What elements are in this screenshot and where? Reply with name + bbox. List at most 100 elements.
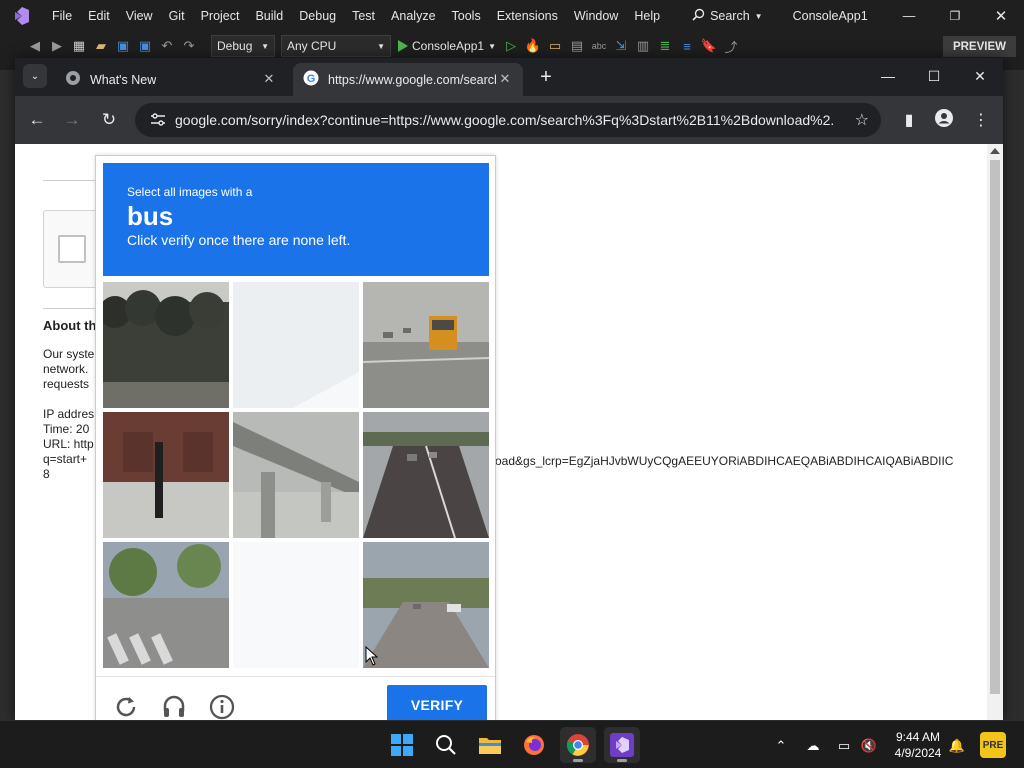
tab-search-button[interactable]: ⌄ <box>23 64 47 88</box>
back-navigate-icon[interactable]: ◀ <box>25 36 45 56</box>
captcha-tile-school-bus[interactable] <box>363 282 489 408</box>
configuration-dropdown[interactable]: Debug ▼ <box>211 35 275 57</box>
plus-icon: + <box>540 65 552 88</box>
menu-project[interactable]: Project <box>193 0 248 32</box>
captcha-tile-highway[interactable] <box>363 412 489 538</box>
start-debugging-button[interactable]: ConsoleApp1 ▼ <box>398 39 496 53</box>
menu-test[interactable]: Test <box>344 0 383 32</box>
vs-minimize-button[interactable]: — <box>886 0 932 32</box>
arrow-right-icon: → <box>63 110 81 129</box>
taskbar-search-button[interactable] <box>428 727 464 763</box>
recaptcha-checkbox[interactable] <box>58 235 86 263</box>
chrome-maximize-button[interactable]: ☐ <box>911 58 957 94</box>
show-hidden-icons-button[interactable]: ⌃ <box>770 735 792 757</box>
visual-studio-taskbar-button[interactable] <box>604 727 640 763</box>
forward-navigate-icon[interactable]: ▶ <box>47 36 67 56</box>
menu-file[interactable]: File <box>44 0 80 32</box>
bookmark-icon[interactable]: 🔖 <box>699 36 719 56</box>
captcha-tile-crosswalk[interactable] <box>103 542 229 668</box>
menu-debug[interactable]: Debug <box>291 0 344 32</box>
page-text-line: 8 <box>43 467 50 481</box>
volume-muted-icon[interactable]: 🔇 <box>858 735 880 757</box>
start-without-debugging-icon[interactable]: ▷ <box>501 36 521 56</box>
tab-whats-new[interactable]: What's New ✕ <box>55 63 287 96</box>
verify-button[interactable]: VERIFY <box>387 685 487 720</box>
captcha-tile-trees[interactable] <box>103 282 229 408</box>
chrome-taskbar-button[interactable] <box>560 727 596 763</box>
reload-icon[interactable] <box>112 693 140 720</box>
copilot-preview-icon[interactable]: PRE <box>980 732 1006 758</box>
captcha-tile-blank[interactable] <box>233 282 359 408</box>
chrome-close-button[interactable]: ✕ <box>957 58 1003 94</box>
profile-button[interactable] <box>932 108 956 132</box>
bookmark-star-icon[interactable]: ☆ <box>855 110 869 130</box>
windows-start-button[interactable] <box>384 727 420 763</box>
onedrive-icon[interactable]: ☁ <box>802 735 824 757</box>
hot-reload-icon[interactable]: 🔥 <box>523 36 543 56</box>
menu-analyze[interactable]: Analyze <box>383 0 443 32</box>
menu-git[interactable]: Git <box>161 0 193 32</box>
scroll-up-arrow-icon[interactable] <box>990 148 1000 154</box>
menu-extensions[interactable]: Extensions <box>489 0 566 32</box>
site-info-icon[interactable] <box>141 113 175 127</box>
about-heading: About th <box>43 318 97 333</box>
platform-dropdown[interactable]: Any CPU ▼ <box>281 35 391 57</box>
search-icon <box>692 8 705 24</box>
layout-icon[interactable]: ▤ <box>567 36 587 56</box>
close-icon: ✕ <box>974 67 986 84</box>
captcha-tile-bridge[interactable] <box>233 412 359 538</box>
menu-window[interactable]: Window <box>566 0 626 32</box>
url-text[interactable]: google.com/sorry/index?continue=https://… <box>175 112 835 128</box>
share-icon[interactable]: ⤴ <box>721 36 741 56</box>
menu-tools[interactable]: Tools <box>444 0 489 32</box>
menu-view[interactable]: View <box>118 0 161 32</box>
chrome-minimize-button[interactable]: — <box>865 58 911 94</box>
outdent-icon[interactable]: ≡ <box>677 36 697 56</box>
tab-google-search[interactable]: G https://www.google.com/search ✕ <box>293 63 523 96</box>
file-explorer-button[interactable] <box>472 727 508 763</box>
side-panel-button[interactable]: ▮ <box>897 108 921 132</box>
forward-button[interactable]: → <box>60 108 84 132</box>
vs-restore-button[interactable]: ❐ <box>932 0 978 32</box>
address-bar[interactable]: google.com/sorry/index?continue=https://… <box>135 103 881 137</box>
new-project-icon[interactable]: ▦ <box>69 36 89 56</box>
redo-icon[interactable]: ↷ <box>179 36 199 56</box>
taskbar-clock[interactable]: 9:44 AM 4/9/2024 <box>890 729 946 761</box>
run-target-label: ConsoleApp1 <box>412 39 485 53</box>
audio-icon[interactable] <box>160 693 188 720</box>
svg-text:G: G <box>307 73 316 85</box>
page-scrollbar[interactable] <box>987 144 1003 720</box>
spell-check-icon[interactable]: abc <box>589 36 609 56</box>
new-tab-button[interactable]: + <box>535 66 557 88</box>
captcha-tile-road[interactable] <box>363 542 489 668</box>
network-icon[interactable]: ▭ <box>833 735 855 757</box>
indent-icon[interactable]: ≣ <box>655 36 675 56</box>
menu-build[interactable]: Build <box>247 0 291 32</box>
back-button[interactable]: ← <box>25 108 49 132</box>
close-icon[interactable]: ✕ <box>261 71 277 87</box>
captcha-tile-bollard[interactable] <box>103 412 229 538</box>
save-all-icon[interactable]: ▣ <box>135 36 155 56</box>
properties-icon[interactable]: ▥ <box>633 36 653 56</box>
chrome-menu-button[interactable]: ⋮ <box>969 108 993 132</box>
captcha-tile-blank[interactable] <box>233 542 359 668</box>
reload-button[interactable]: ↻ <box>97 108 121 132</box>
scrollbar-thumb[interactable] <box>990 160 1000 694</box>
menu-help[interactable]: Help <box>626 0 668 32</box>
vs-close-button[interactable]: ✕ <box>978 0 1024 32</box>
close-icon[interactable]: ✕ <box>497 71 513 87</box>
menu-edit[interactable]: Edit <box>80 0 118 32</box>
configuration-value: Debug <box>217 39 253 53</box>
firefox-button[interactable] <box>516 727 552 763</box>
divider <box>96 676 495 677</box>
solution-explorer-icon[interactable]: ▭ <box>545 36 565 56</box>
open-folder-icon[interactable]: ▰ <box>91 36 111 56</box>
undo-icon[interactable]: ↶ <box>157 36 177 56</box>
notification-bell-icon[interactable]: 🔔 <box>946 735 968 757</box>
preview-badge[interactable]: PREVIEW <box>942 36 1016 57</box>
windows-logo-icon <box>391 734 413 756</box>
step-icon[interactable]: ⇲ <box>611 36 631 56</box>
info-icon[interactable] <box>208 693 236 720</box>
vs-search-button[interactable]: Search ▼ <box>682 3 773 29</box>
save-icon[interactable]: ▣ <box>113 36 133 56</box>
